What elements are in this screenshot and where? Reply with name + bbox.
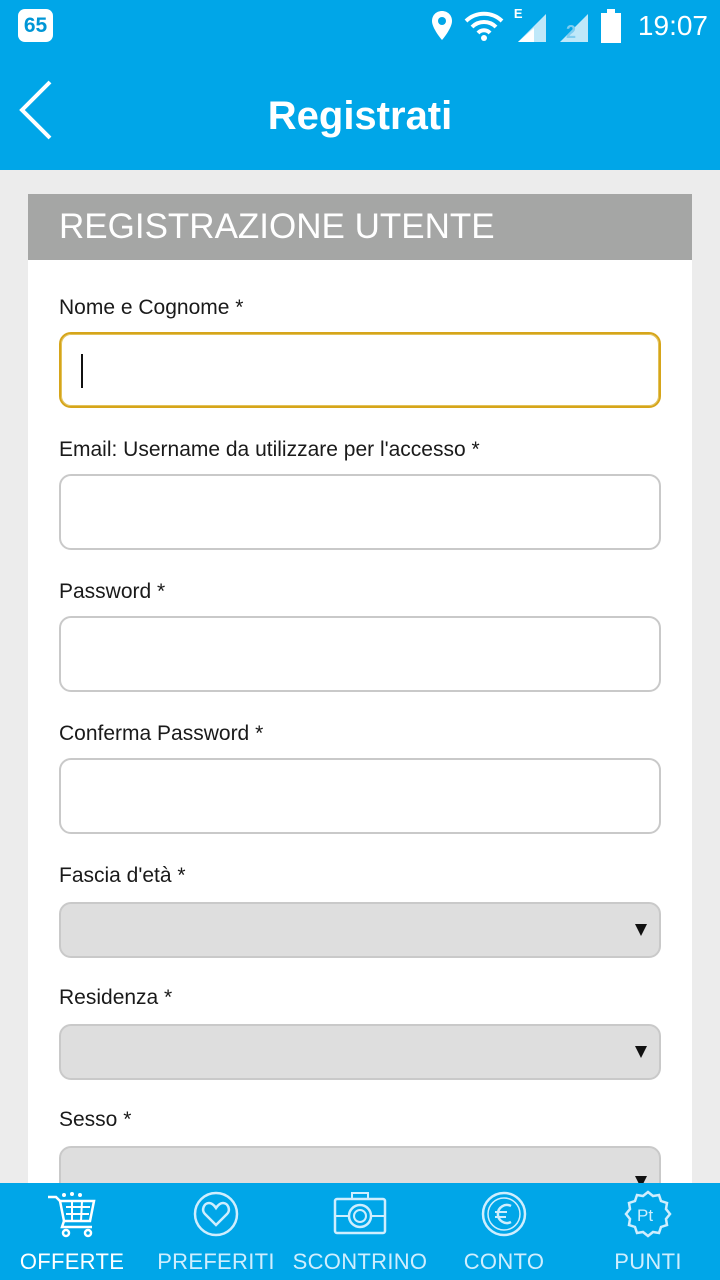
cell-signal-2-icon: 2 [559, 14, 588, 42]
email-label: Email: Username da utilizzare per l'acce… [59, 438, 480, 461]
registration-card: REGISTRAZIONE UTENTE Nome e Cognome * Em… [28, 194, 692, 1202]
cart-icon [48, 1192, 96, 1238]
page-title: Registrati [267, 94, 453, 138]
text-caret [81, 354, 83, 388]
euro-icon [481, 1191, 527, 1237]
status-icons: E 2 19:07 [430, 6, 708, 46]
camera-icon [333, 1192, 387, 1235]
battery-icon [600, 9, 621, 43]
password-input[interactable] [59, 616, 661, 692]
nav-offerte-label: OFFERTE [19, 1249, 125, 1274]
nav-scontrino-label: SCONTRINO [292, 1249, 428, 1274]
age-range-label: Fascia d'età * [59, 864, 186, 887]
residence-select[interactable] [59, 1024, 661, 1080]
points-badge-icon: Pt [624, 1190, 672, 1238]
bottom-nav: OFFERTE PREFERITI SCONTRINO CONTO Pt PUN… [0, 1183, 720, 1280]
nav-punti[interactable]: Pt PUNTI [576, 1183, 720, 1280]
nav-punti-label: PUNTI [614, 1249, 682, 1274]
age-range-select[interactable] [59, 902, 661, 958]
full-name-label: Nome e Cognome * [59, 296, 244, 319]
heart-icon [193, 1191, 239, 1237]
nav-preferiti-label: PREFERITI [157, 1249, 275, 1274]
nav-scontrino[interactable]: SCONTRINO [288, 1183, 432, 1280]
section-title: REGISTRAZIONE UTENTE [28, 194, 692, 260]
password-label: Password * [59, 580, 166, 603]
svg-text:2: 2 [566, 22, 576, 42]
gender-label: Sesso * [59, 1108, 132, 1131]
email-input[interactable] [59, 474, 661, 550]
dropdown-arrow-icon [635, 1046, 647, 1058]
password-field: Password * [59, 580, 661, 692]
confirm-password-label: Conferma Password * [59, 722, 264, 745]
chevron-left-icon [19, 80, 52, 140]
residence-label: Residenza * [59, 986, 173, 1009]
confirm-password-input[interactable] [59, 758, 661, 834]
wifi-icon [464, 11, 504, 41]
residence-field: Residenza * [59, 986, 661, 1080]
app-bar: Registrati [0, 52, 720, 170]
dropdown-arrow-icon [635, 924, 647, 936]
nav-conto-label: CONTO [463, 1249, 545, 1274]
full-name-field: Nome e Cognome * [59, 296, 661, 408]
back-button[interactable] [14, 78, 62, 142]
cell-signal-icon: E [514, 6, 548, 42]
notification-badge: 65 [18, 9, 53, 42]
nav-conto[interactable]: CONTO [432, 1183, 576, 1280]
confirm-password-field: Conferma Password * [59, 722, 661, 834]
age-range-field: Fascia d'età * [59, 864, 661, 958]
nav-offerte[interactable]: OFFERTE [0, 1183, 144, 1280]
clock: 19:07 [637, 10, 708, 41]
status-bar: 65 E 2 19:07 [0, 0, 720, 52]
email-field: Email: Username da utilizzare per l'acce… [59, 438, 661, 550]
nav-preferiti[interactable]: PREFERITI [144, 1183, 288, 1280]
svg-text:Pt: Pt [637, 1206, 653, 1225]
location-icon [431, 11, 452, 40]
full-name-input[interactable] [59, 332, 661, 408]
